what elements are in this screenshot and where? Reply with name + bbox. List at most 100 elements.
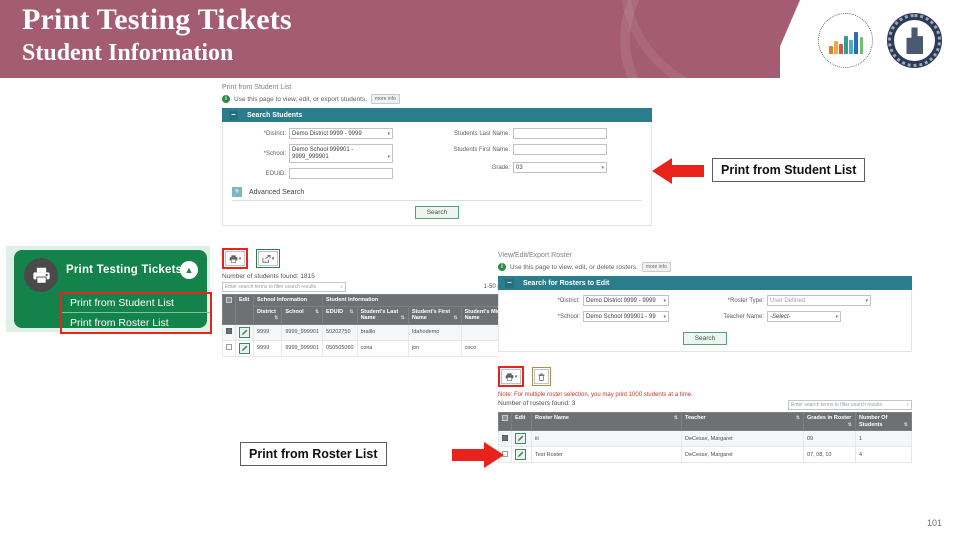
info-text: Use this page to view, edit, or delete r… — [510, 263, 638, 271]
column-number-of-students[interactable]: Number Of Students ⇅ — [855, 412, 912, 431]
column-last-name[interactable]: Student's Last Name ⇅ — [356, 305, 409, 325]
column-group-school-information: School Information — [252, 294, 324, 307]
roster-panel-header[interactable]: – Search for Rosters to Edit — [498, 276, 912, 290]
table-header-row: District ⇅ School ⇅ EDUID ⇅ Student's Last … — [223, 305, 515, 325]
logo-group — [818, 13, 942, 68]
table-group-header-row: Edit School Information Student Informat… — [222, 294, 514, 325]
delete-button-outline — [532, 367, 551, 386]
grade-label: Grade: — [491, 164, 510, 171]
edit-pencil-icon[interactable] — [515, 449, 526, 460]
student-results-screenshot: ▾ ▾ Number of students found: 1815 Enter… — [222, 248, 515, 393]
last-name-input[interactable] — [513, 128, 607, 139]
collapse-minus-icon[interactable]: – — [505, 278, 514, 288]
header-taper — [740, 0, 800, 78]
print-dropdown-outline: ▾ — [498, 366, 524, 387]
search-button[interactable]: Search — [414, 206, 460, 219]
print-dropdown-button[interactable]: ▾ — [225, 251, 245, 266]
cell-eduid: 050505060 — [322, 339, 358, 357]
district-select[interactable]: Demo District 9999 - 9999 ▾ — [289, 128, 393, 139]
edit-pencil-icon[interactable] — [515, 433, 526, 444]
search-students-panel-header[interactable]: – Search Students — [222, 108, 652, 122]
chevron-down-icon: ▾ — [271, 255, 275, 262]
column-first-name[interactable]: Student's First Name ⇅ — [407, 305, 462, 325]
table-row[interactable]: iii DeCesse, Margaret 09 1 — [498, 430, 912, 447]
chevron-down-icon: ▾ — [238, 255, 242, 262]
chevron-down-icon: ▾ — [514, 373, 518, 380]
cell-district: 9999 — [252, 339, 283, 357]
edit-pencil-icon[interactable] — [239, 326, 250, 338]
callout-print-from-student-list: Print from Student List — [712, 158, 866, 182]
filter-placeholder: Enter search terms to filter search resu… — [791, 402, 883, 408]
info-banner: i Use this page to view, edit, or export… — [222, 94, 652, 104]
column-school[interactable]: School ⇅ — [281, 305, 324, 325]
export-icon — [262, 254, 271, 263]
export-dropdown-button[interactable]: ▾ — [258, 251, 278, 266]
delete-button[interactable] — [534, 369, 549, 384]
cell-first-name: jon — [407, 339, 462, 357]
filter-search-input[interactable]: Enter search terms to filter search resu… — [222, 282, 346, 292]
roster-results-screenshot: ▾ Note: For multiple roster selection, y… — [498, 366, 912, 492]
first-name-input[interactable] — [513, 144, 607, 155]
cell-roster-name: iii — [531, 430, 682, 447]
plus-icon[interactable]: + — [232, 187, 242, 197]
school-select[interactable]: Demo School 999901 - 9999_999901 ▾ — [289, 144, 393, 163]
row-checkbox[interactable] — [226, 328, 232, 334]
menu-item-print-from-student-list[interactable]: Print from Student List — [62, 294, 210, 313]
district-label: *District: — [263, 130, 286, 137]
student-list-screenshot: Print from Student List i Use this page … — [222, 84, 652, 246]
panel-title: Search Students — [247, 111, 303, 119]
menu-item-print-from-roster-list[interactable]: Print from Roster List — [62, 313, 210, 332]
school-label: *School: — [557, 313, 580, 320]
collapse-minus-icon[interactable]: – — [229, 110, 238, 120]
tickets-menu-items: Print from Student List Print from Roste… — [60, 292, 212, 334]
icap-logo-icon — [818, 13, 873, 68]
table-row[interactable]: Test Roster DeCesse, Margaret 07, 08, 10… — [498, 446, 912, 463]
roster-type-select[interactable]: User Defined ▾ — [767, 295, 871, 306]
school-select[interactable]: Demo School 999901 - 99 ▾ — [583, 311, 669, 322]
column-teacher[interactable]: Teacher ⇅ — [681, 412, 804, 431]
search-icon[interactable]: ⌕ — [340, 284, 343, 290]
select-all-checkbox[interactable] — [226, 297, 232, 303]
column-grades-in-roster[interactable]: Grades in Roster ⇅ — [803, 412, 856, 431]
university-of-idaho-seal-icon — [887, 13, 942, 68]
slide-title-block: Print Testing Tickets Student Informatio… — [22, 2, 742, 68]
more-info-link[interactable]: more info — [641, 262, 671, 272]
chevron-up-icon[interactable]: ▲ — [180, 261, 198, 279]
printer-icon — [229, 254, 238, 263]
roster-count-text: Number of rosters found: 3 — [498, 400, 576, 407]
roster-results-table: Edit Roster Name ⇅ Teacher ⇅ Grades in Ros… — [498, 412, 912, 463]
info-icon: i — [498, 263, 506, 271]
row-checkbox[interactable] — [226, 344, 232, 350]
trash-icon — [538, 373, 545, 381]
district-select[interactable]: Demo District 9999 - 9999 ▾ — [583, 295, 669, 306]
export-dropdown-outline: ▾ — [256, 249, 280, 268]
print-dropdown-button[interactable]: ▾ — [501, 369, 521, 384]
printer-icon — [24, 258, 58, 292]
table-row[interactable]: 9999 9999_999901 050505060 cona jon coco — [222, 339, 515, 357]
column-eduid[interactable]: EDUID ⇅ — [322, 305, 358, 325]
info-icon: i — [222, 95, 230, 103]
grade-select[interactable]: 03 ▾ — [513, 162, 607, 173]
table-row[interactable]: 9999 9999_999901 50202750 braillo Idahod… — [222, 323, 515, 341]
page-subtitle: Student Information — [22, 40, 234, 66]
breadcrumb: View/Edit/Export Roster — [498, 252, 572, 259]
eduid-label: EDUID: — [265, 170, 286, 177]
edit-pencil-icon[interactable] — [239, 342, 250, 354]
eduid-input[interactable] — [289, 168, 393, 179]
cell-school: 9999_999901 — [281, 323, 324, 341]
more-info-link[interactable]: more info — [370, 94, 400, 104]
advanced-search-label: Advanced Search — [249, 188, 305, 196]
advanced-search-toggle[interactable]: + Advanced Search — [232, 187, 642, 201]
select-all-checkbox[interactable] — [502, 415, 508, 421]
cell-last-name: cona — [356, 339, 409, 357]
search-button[interactable]: Search — [682, 332, 728, 345]
filter-search-input[interactable]: Enter search terms to filter search resu… — [788, 400, 912, 410]
cell-teacher: DeCesse, Margaret — [681, 430, 804, 447]
cell-number-of-students: 4 — [855, 446, 912, 463]
search-icon[interactable]: ⌕ — [906, 402, 909, 408]
cell-grades: 07, 08, 10 — [803, 446, 856, 463]
column-district[interactable]: District ⇅ — [252, 305, 283, 325]
breadcrumb: Print from Student List — [222, 84, 292, 91]
column-roster-name[interactable]: Roster Name ⇅ — [531, 412, 682, 431]
teacher-name-select[interactable]: -Select- ▾ — [767, 311, 841, 322]
